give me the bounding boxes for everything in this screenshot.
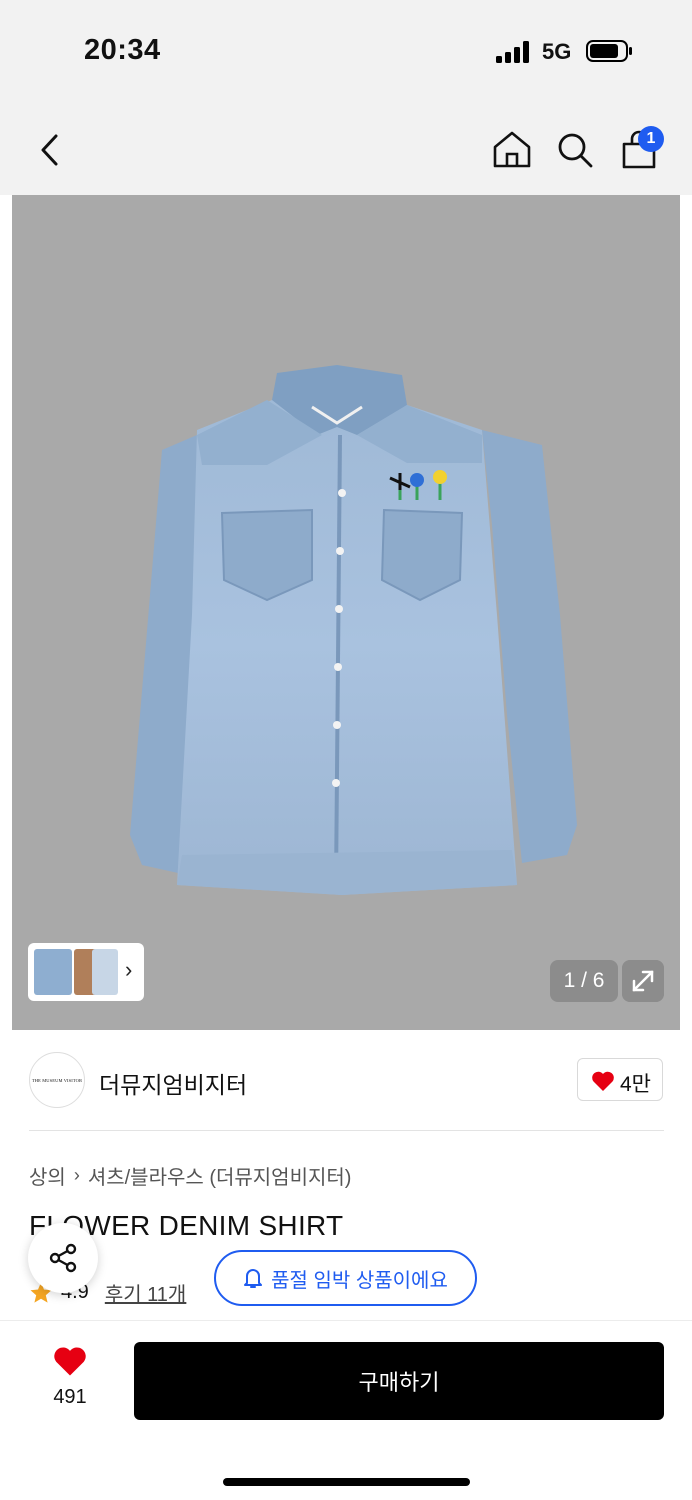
brand-logo[interactable]: THE MUSEUM VISITOR bbox=[29, 1052, 85, 1108]
breadcrumb-category[interactable]: 셔츠/블라우스 (더뮤지엄비지터) bbox=[88, 1161, 352, 1190]
thumbnail-1[interactable] bbox=[34, 949, 72, 995]
heart-icon bbox=[592, 1071, 614, 1091]
brand-like-button[interactable]: 4만 bbox=[577, 1058, 663, 1101]
image-counter: 1 / 6 bbox=[550, 960, 618, 1002]
wishlist-count: 491 bbox=[53, 1386, 87, 1408]
brand-like-count: 4만 bbox=[620, 1073, 651, 1096]
cart-count-badge: 1 bbox=[638, 126, 664, 152]
heart-icon bbox=[54, 1347, 86, 1376]
breadcrumb-top[interactable]: 상의 bbox=[29, 1161, 66, 1190]
expand-icon[interactable] bbox=[622, 960, 664, 1002]
network-label: 5G bbox=[542, 39, 572, 64]
back-icon[interactable] bbox=[38, 132, 62, 168]
bell-icon bbox=[244, 1269, 263, 1288]
thumbnail-3[interactable] bbox=[92, 949, 118, 995]
share-icon bbox=[49, 1243, 77, 1273]
breadcrumb: 상의 › 셔츠/블라우스 (더뮤지엄비지터) bbox=[29, 1161, 351, 1190]
product-image-gallery[interactable]: › 1 / 6 bbox=[12, 195, 680, 1030]
buy-button[interactable]: 구매하기 bbox=[134, 1342, 664, 1420]
wishlist-button[interactable]: 491 bbox=[44, 1345, 96, 1409]
search-icon[interactable] bbox=[556, 131, 594, 169]
share-button[interactable] bbox=[28, 1223, 98, 1293]
chevron-right-icon: › bbox=[73, 1165, 80, 1185]
brand-name[interactable]: 더뮤지엄비지터 bbox=[99, 1066, 247, 1100]
divider bbox=[29, 1130, 664, 1131]
review-count-link[interactable]: 후기 11개 bbox=[105, 1278, 187, 1307]
home-indicator bbox=[223, 1478, 470, 1486]
thumbnail-strip[interactable]: › bbox=[28, 943, 144, 1001]
status-bar: 20:34 5G bbox=[0, 0, 692, 100]
home-icon[interactable] bbox=[492, 129, 532, 169]
low-stock-notice[interactable]: 품절 임박 상품이에요 bbox=[214, 1250, 477, 1306]
battery-icon bbox=[586, 40, 632, 62]
product-image bbox=[12, 195, 680, 1030]
status-time: 20:34 bbox=[84, 34, 161, 66]
chevron-right-icon[interactable]: › bbox=[125, 957, 132, 983]
bottom-action-bar: 491 구매하기 bbox=[0, 1320, 692, 1500]
low-stock-label: 품절 임박 상품이에요 bbox=[271, 1269, 448, 1292]
signal-icon bbox=[496, 41, 532, 63]
